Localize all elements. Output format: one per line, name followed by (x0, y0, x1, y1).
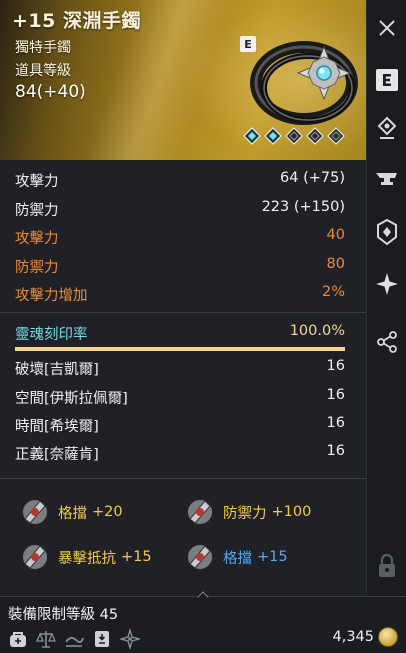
shield-icon (186, 543, 214, 571)
socket-empty-icon (285, 127, 303, 145)
stat-row: 防禦力 223 (+150) (15, 199, 345, 223)
effect-item[interactable]: 暴擊抵抗 +15 (18, 539, 152, 575)
enchant-label: 空間[伊斯拉佩爾] (15, 391, 128, 407)
enchant-label: 正義[奈薩肯] (15, 447, 99, 463)
share-button[interactable] (367, 322, 406, 362)
anvil-icon (376, 173, 397, 185)
action-sidebar (366, 0, 406, 596)
enchant-row: 正義[奈薩肯] 16 (15, 443, 345, 467)
crest-button[interactable] (367, 212, 406, 252)
socket-filled-icon (243, 127, 261, 145)
star-button[interactable] (367, 264, 406, 304)
enchant-value: 16 (326, 415, 345, 431)
divider (0, 478, 366, 479)
rune-icon (377, 116, 397, 139)
item-header: +15 深淵手鐲 獨特手鐲 道具等級 84(+40) E (0, 0, 366, 160)
soul-imprint-row: 靈魂刻印率 100.0% (15, 323, 345, 347)
socket-filled-icon (264, 127, 282, 145)
close-button[interactable] (367, 8, 406, 48)
stat-value: 40 (326, 227, 345, 243)
stat-label: 攻擊力 (15, 174, 59, 190)
bonus-stat-row: 攻擊力 40 (15, 227, 345, 251)
enchant-row: 時間[希埃爾] 16 (15, 415, 345, 439)
shield-icon (21, 498, 49, 526)
stat-value: 2% (321, 284, 345, 300)
effect-value: +100 (271, 504, 312, 520)
divider (0, 312, 366, 313)
scale-icon (36, 631, 56, 648)
enchant-value: 16 (326, 387, 345, 403)
effect-value: +15 (257, 549, 288, 565)
share-icon (377, 331, 397, 353)
item-footer: 裝備限制等級 45 4,345 (0, 591, 406, 653)
bag-icon (10, 632, 26, 647)
wind-icon (65, 637, 84, 647)
item-stats-panel: 攻擊力 64 (+75) 防禦力 223 (+150) 攻擊力 40 防禦力 8… (0, 160, 366, 596)
bonus-stat-row: 攻擊力增加 2% (15, 284, 345, 308)
shield-icon (186, 498, 214, 526)
effect-name: 格擋 (223, 550, 252, 567)
effect-value: +15 (121, 549, 152, 565)
stat-row: 攻擊力 64 (+75) (15, 170, 345, 194)
stat-label: 防禦力 (15, 203, 59, 219)
stat-value: 64 (+75) (280, 170, 345, 186)
enchant-value: 16 (326, 358, 345, 374)
effect-item[interactable]: 格擋 +20 (18, 494, 123, 530)
item-type: 獨特手鐲 (15, 40, 71, 56)
lock-icon[interactable] (377, 552, 397, 580)
close-icon (379, 20, 395, 36)
soul-imprint-bar (15, 347, 345, 351)
trade-flags (8, 629, 140, 649)
compass-icon (120, 629, 140, 649)
item-level-value: 84(+40) (15, 82, 86, 102)
enchant-row: 空間[伊斯拉佩爾] 16 (15, 387, 345, 411)
stat-value: 223 (+150) (261, 199, 345, 215)
star-icon (376, 273, 398, 295)
enchant-value: 16 (326, 443, 345, 459)
enchant-label: 時間[希埃爾] (15, 419, 99, 435)
socket-slots (243, 127, 345, 145)
crest-icon (377, 219, 397, 245)
effect-name: 暴擊抵抗 (58, 550, 116, 567)
enchant-label: 破壞[吉凱爾] (15, 362, 99, 378)
enchant-row: 破壞[吉凱爾] 16 (15, 358, 345, 382)
e-key-button[interactable] (367, 60, 406, 100)
equip-level-requirement: 裝備限制等級 45 (8, 607, 119, 623)
e-key-icon (376, 69, 398, 91)
item-level-label: 道具等級 (15, 63, 71, 79)
shield-icon (21, 543, 49, 571)
socket-empty-icon (327, 127, 345, 145)
sell-price: 4,345 (332, 629, 374, 645)
soul-imprint-label: 靈魂刻印率 (15, 327, 88, 343)
stat-label: 攻擊力增加 (15, 288, 88, 304)
stat-label: 攻擊力 (15, 231, 59, 247)
effect-name: 防禦力 (223, 505, 267, 522)
stat-value: 80 (326, 256, 345, 272)
card-icon (95, 631, 109, 647)
effect-item[interactable]: 防禦力 +100 (183, 494, 311, 530)
bonus-stat-row: 防禦力 80 (15, 256, 345, 280)
rune-button[interactable] (367, 108, 406, 148)
stat-label: 防禦力 (15, 260, 59, 276)
bracelet-icon (250, 41, 358, 125)
gold-coin-icon (378, 627, 398, 647)
effect-item[interactable]: 格擋 +15 (183, 539, 288, 575)
anvil-button[interactable] (367, 160, 406, 200)
effect-name: 格擋 (58, 505, 87, 522)
soul-imprint-value: 100.0% (289, 323, 345, 339)
effect-value: +20 (92, 504, 123, 520)
item-title: +15 深淵手鐲 (12, 10, 141, 32)
socket-empty-icon (306, 127, 324, 145)
